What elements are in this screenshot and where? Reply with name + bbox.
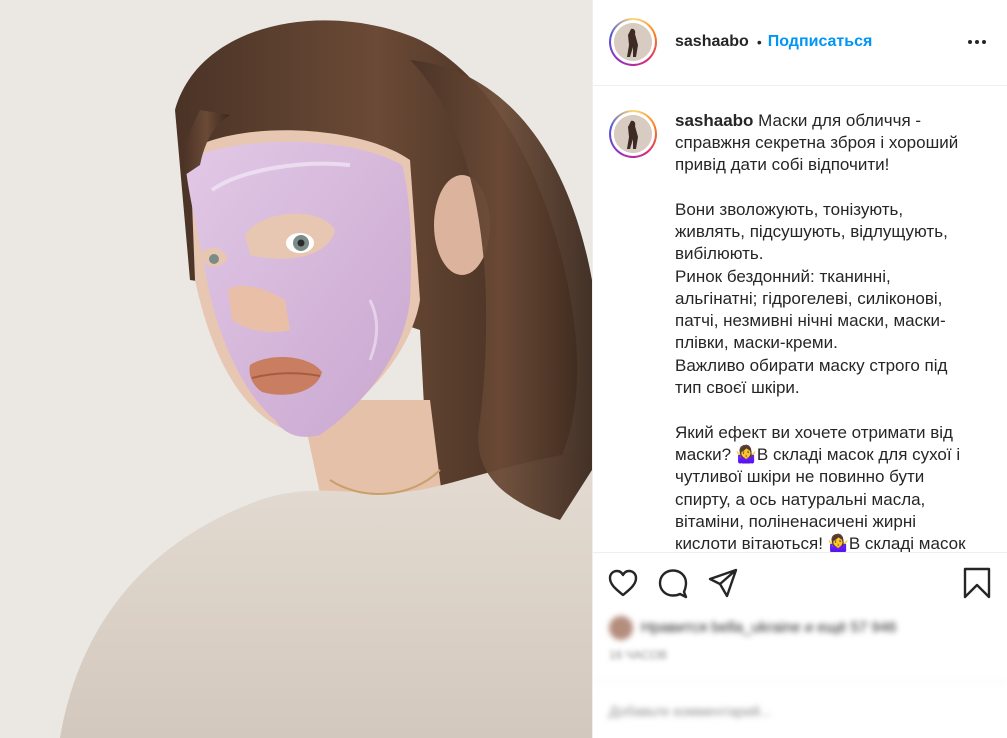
caption-body: sashaabo Маски для обличчя - справжня се… <box>675 110 966 553</box>
separator-dot: • <box>756 34 762 51</box>
follow-button[interactable]: Подписаться <box>768 33 873 51</box>
share-icon[interactable] <box>707 567 739 599</box>
heart-icon[interactable] <box>607 567 639 599</box>
liker-avatar[interactable] <box>609 615 633 640</box>
add-comment-field[interactable]: Добавьте комментарий... <box>593 682 1007 738</box>
caption-author-avatar[interactable] <box>614 114 652 153</box>
post-timestamp[interactable]: 16 ЧАСОВ <box>593 642 1007 668</box>
bookmark-icon[interactable] <box>961 567 993 599</box>
post-photo[interactable] <box>0 0 592 738</box>
comment-icon[interactable] <box>657 567 689 599</box>
likes-summary[interactable]: Нравится bella_ukraine и ещё 57 946 <box>593 613 1007 643</box>
add-comment-placeholder: Добавьте комментарий... <box>609 702 772 719</box>
comments-section[interactable]: sashaabo Маски для обличчя - справжня се… <box>593 86 1007 553</box>
caption-username[interactable]: sashaabo <box>675 111 753 130</box>
photo-woman-face-mask <box>0 0 592 738</box>
caption-text: Маски для обличчя - справжня секретна зб… <box>675 110 966 553</box>
story-ring[interactable] <box>609 18 657 67</box>
post-side-panel: sashaabo • Подписаться sashaabo Маски дл… <box>592 0 1007 738</box>
action-bar <box>593 553 1007 613</box>
post-header: sashaabo • Подписаться <box>593 0 1007 86</box>
author-avatar[interactable] <box>614 23 652 62</box>
instagram-post: sashaabo • Подписаться sashaabo Маски дл… <box>0 0 1007 738</box>
avatar-image <box>614 23 652 62</box>
avatar-image <box>614 114 652 153</box>
caption-story-ring[interactable] <box>609 109 657 158</box>
author-username[interactable]: sashaabo <box>675 33 749 51</box>
more-horizontal-icon[interactable] <box>963 30 991 54</box>
post-caption: sashaabo Маски для обличчя - справжня се… <box>609 109 991 553</box>
likes-text[interactable]: Нравится bella_ukraine и ещё 57 946 <box>641 619 896 636</box>
